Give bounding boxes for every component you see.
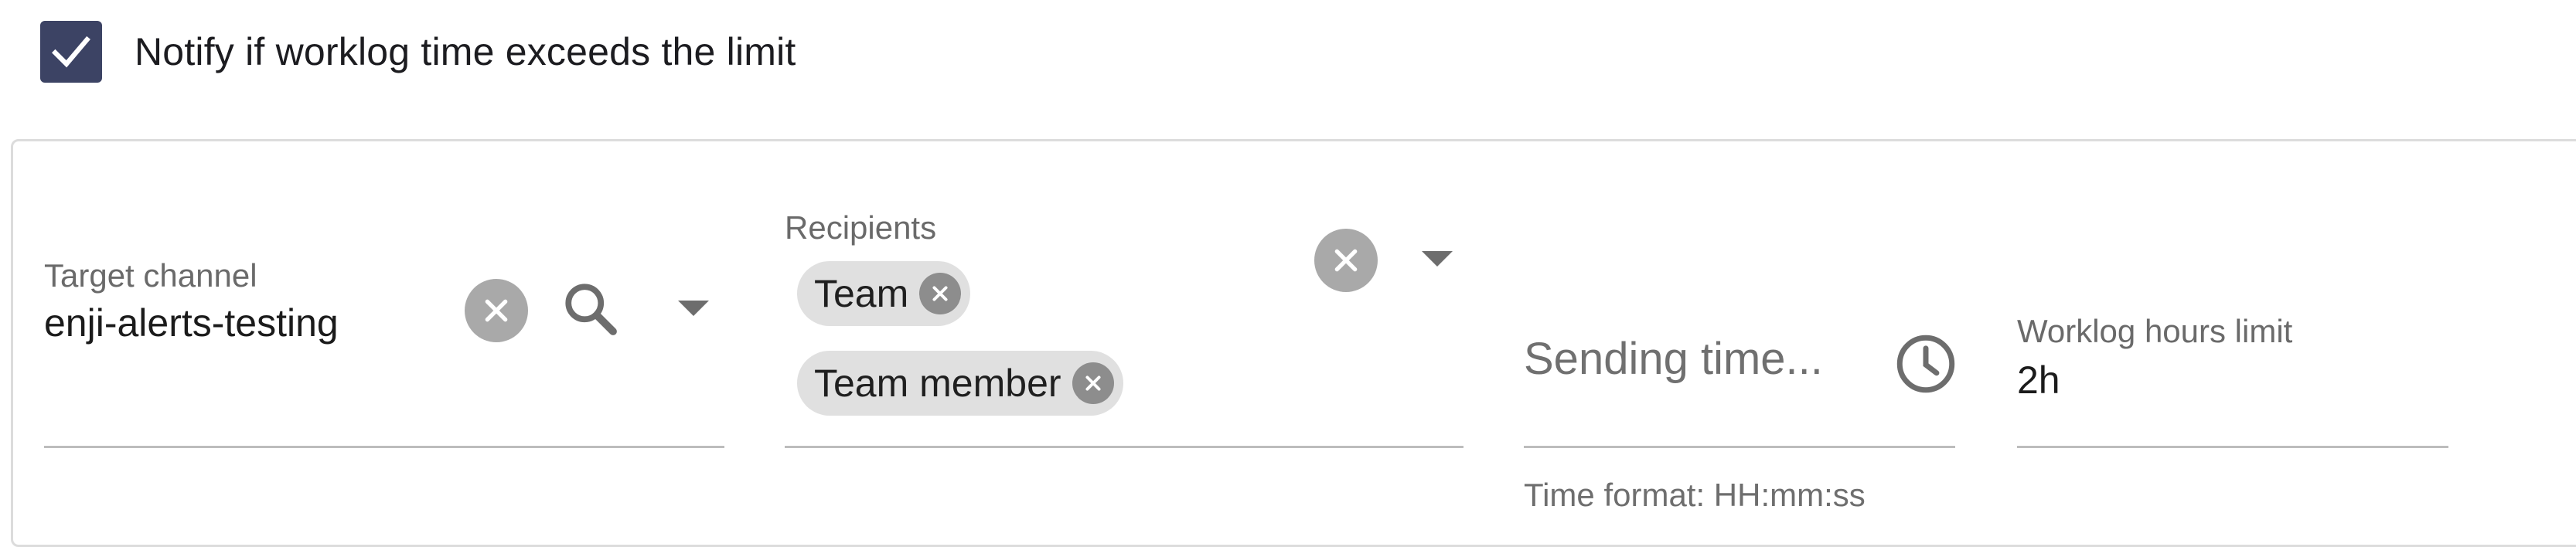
notify-row: Notify if worklog time exceeds the limit — [40, 20, 796, 83]
remove-chip-button[interactable] — [1072, 362, 1114, 404]
recipient-chip-team: Team — [797, 261, 971, 326]
worklog-limit-value[interactable]: 2h — [2017, 358, 2060, 403]
search-icon — [565, 284, 617, 335]
checkmark-icon — [52, 36, 90, 68]
sending-time-placeholder[interactable]: Sending time... — [1524, 333, 1823, 385]
recipient-chip-team-member: Team member — [797, 351, 1123, 416]
dropdown-arrow-icon — [1422, 251, 1453, 267]
target-channel-value[interactable]: enji-alerts-testing — [44, 301, 339, 345]
remove-chip-button[interactable] — [919, 273, 962, 314]
sending-time-underline — [1524, 446, 1955, 448]
sending-time-helper: Time format: HH:mm:ss — [1524, 477, 1866, 513]
recipients-underline — [785, 446, 1463, 448]
recipients-label: Recipients — [785, 209, 937, 246]
close-icon — [1085, 375, 1101, 391]
target-channel-search-button[interactable] — [559, 277, 624, 342]
sending-time-picker-button[interactable] — [1892, 330, 1960, 398]
clear-icon — [485, 299, 508, 322]
notify-checkbox[interactable] — [40, 21, 102, 83]
target-channel-underline — [44, 446, 724, 448]
recipients-dropdown-button[interactable] — [1414, 243, 1460, 274]
notify-label: Notify if worklog time exceeds the limit — [135, 30, 796, 73]
clock-icon — [1896, 335, 1955, 393]
recipient-chip-label: Team — [814, 272, 909, 315]
notification-settings-card: Target channel enji-alerts-testing Recip… — [11, 139, 2576, 547]
dropdown-arrow-icon — [678, 301, 709, 316]
worklog-limit-underline — [2017, 446, 2448, 448]
clear-icon — [1334, 249, 1358, 272]
worklog-limit-label: Worklog hours limit — [2017, 313, 2293, 349]
target-channel-label: Target channel — [44, 257, 257, 294]
close-icon — [932, 286, 948, 301]
recipients-clear-button[interactable] — [1314, 229, 1378, 292]
recipient-chip-label: Team member — [814, 362, 1061, 405]
target-channel-dropdown-button[interactable] — [670, 293, 717, 324]
target-channel-clear-button[interactable] — [465, 279, 528, 342]
